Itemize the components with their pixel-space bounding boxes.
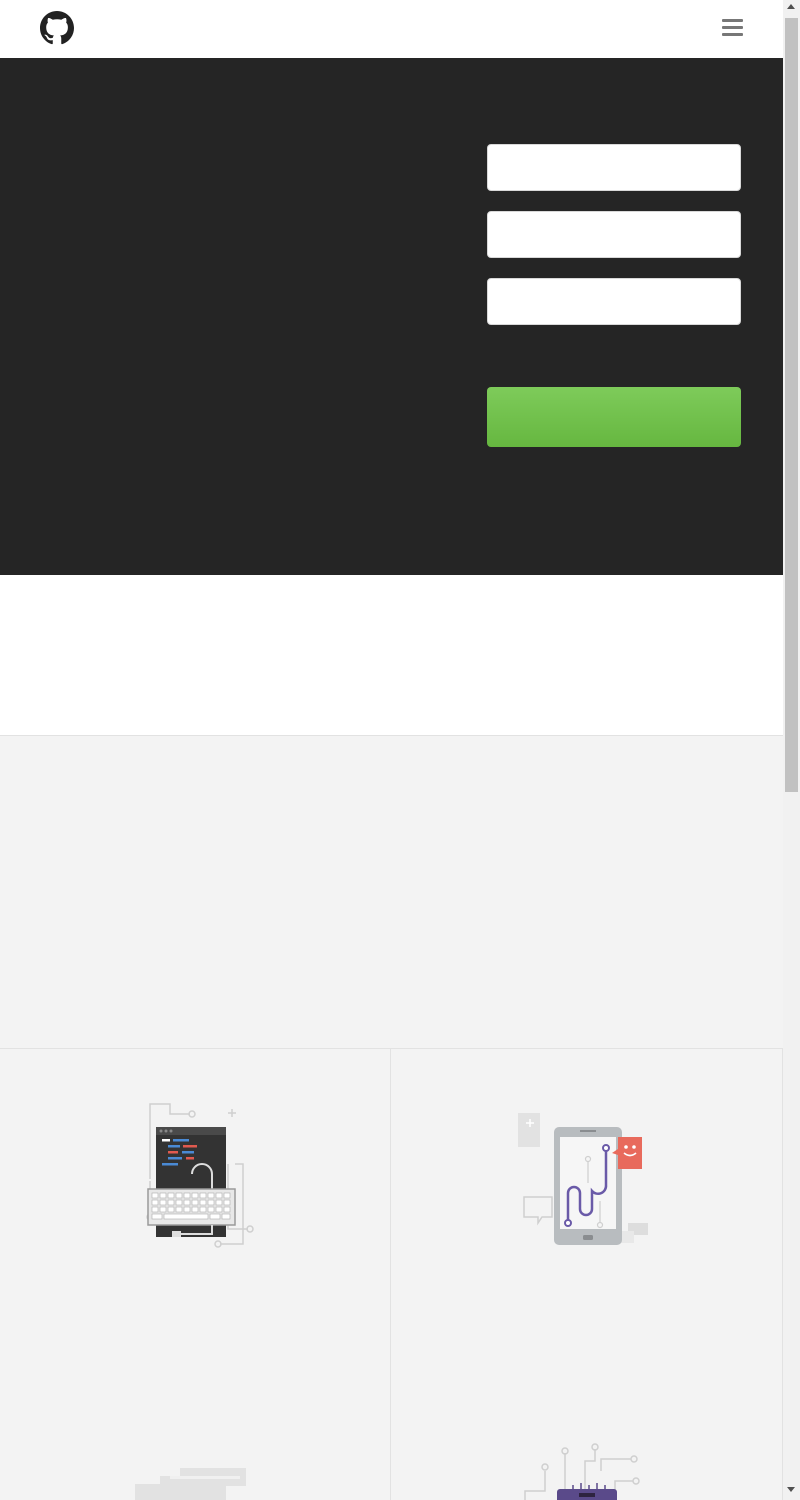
scrollbar-thumb[interactable] xyxy=(785,18,798,792)
code-keyboard-illustration-icon xyxy=(146,1103,254,1248)
github-logo-icon[interactable] xyxy=(40,11,74,45)
email-field[interactable] xyxy=(487,211,741,258)
intro-section xyxy=(0,575,783,736)
site-header xyxy=(0,0,783,58)
username-field[interactable] xyxy=(487,144,741,191)
hero-section xyxy=(0,58,783,575)
feature-cell-code xyxy=(0,1049,391,1500)
scroll-down-arrow-icon[interactable] xyxy=(787,1487,795,1492)
scroll-up-arrow-icon[interactable] xyxy=(787,4,795,9)
password-field[interactable] xyxy=(487,278,741,325)
feature-grid xyxy=(0,1049,783,1500)
menu-bar xyxy=(722,26,743,29)
hamburger-menu-icon[interactable] xyxy=(722,19,743,38)
feature-cell-mobile xyxy=(391,1049,783,1500)
vertical-scrollbar[interactable] xyxy=(783,0,800,1500)
page xyxy=(0,0,783,1500)
menu-bar xyxy=(722,19,743,22)
mobile-app-illustration-icon xyxy=(518,1113,648,1245)
signup-button[interactable] xyxy=(487,387,741,447)
circuit-chip-illustration-icon xyxy=(524,1443,640,1500)
feature-intro-section xyxy=(0,736,783,1049)
server-illustration-icon xyxy=(135,1468,246,1500)
menu-bar xyxy=(722,33,743,36)
